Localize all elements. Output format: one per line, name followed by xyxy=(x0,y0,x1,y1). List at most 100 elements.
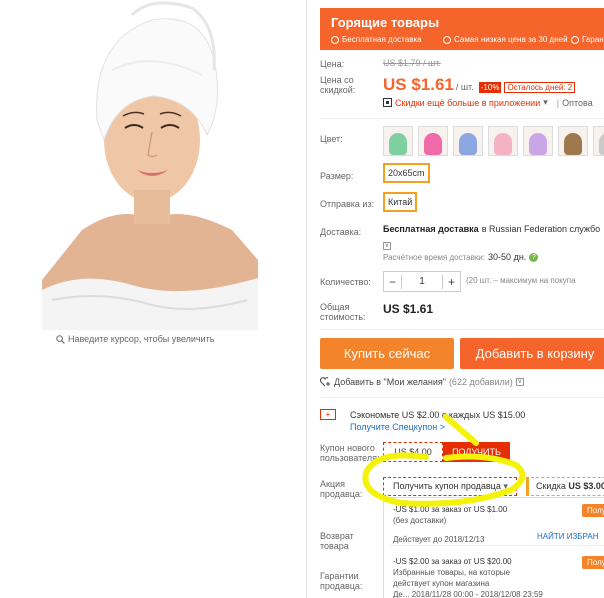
color-swatches xyxy=(383,126,604,156)
wishlist-link[interactable]: Добавить в "Мои желания" xyxy=(334,377,446,387)
color-swatch-gray[interactable] xyxy=(593,126,604,156)
quantity-label: Количество: xyxy=(320,277,371,287)
app-deal-link[interactable]: Скидки ещё больше в приложении ▾ | Оптов… xyxy=(383,97,593,108)
coupon-condition: -US $1.00 за заказ от US $1.00 xyxy=(393,505,508,514)
divider xyxy=(320,118,604,119)
towel-thumbnail xyxy=(389,133,407,155)
seller-coupon-panel: -US $1.00 за заказ от US $1.00 (без дост… xyxy=(383,497,604,598)
quantity-stepper: − 1 + xyxy=(383,271,461,292)
coupon-validity: Действует до 2018/12/13 xyxy=(393,535,485,544)
zoom-hint: Наведите курсор, чтобы увеличить xyxy=(56,334,214,344)
hot-deals-banner: Горящие товары Бесплатная доставка Самая… xyxy=(320,8,604,50)
current-price-row: US $1.61 / шт. -10% Осталось дней: 2 xyxy=(383,75,576,95)
free-shipping-text: Бесплатная доставка xyxy=(383,224,479,234)
heart-plus-icon xyxy=(320,377,330,387)
color-swatch-purple[interactable] xyxy=(523,126,553,156)
shipping-info[interactable]: Бесплатная доставка в Russian Federation… xyxy=(383,224,600,234)
divider xyxy=(389,545,604,546)
towel-thumbnail xyxy=(529,133,547,155)
size-label: Размер: xyxy=(320,171,354,181)
color-label: Цвет: xyxy=(320,134,343,144)
chevron-down-icon: ▾ xyxy=(503,481,508,491)
wishlist-row[interactable]: Добавить в "Мои желания" (622 добавили) … xyxy=(320,377,524,387)
quantity-note: (20 шт. – максимум на покупа xyxy=(466,276,576,285)
new-user-coupon-amount: US $4.00 xyxy=(383,442,443,462)
total-label: Общая стоимость: xyxy=(320,302,366,322)
coupon-item: -US $2.00 за заказ от US $20.00 Избранны… xyxy=(393,556,543,598)
discount-price-label: Цена со скидкой: xyxy=(320,75,356,95)
coupon-note: Избранные товары, на которые xyxy=(393,568,510,577)
quantity-increase-button[interactable]: + xyxy=(442,274,460,289)
coupon-validity: Де... 2018/11/28 00:00 - 2018/12/08 23:5… xyxy=(393,590,543,598)
product-photo xyxy=(42,0,258,330)
total-price: US $1.61 xyxy=(383,302,434,316)
towel-thumbnail xyxy=(459,133,477,155)
app-deal-text: Скидки ещё больше в приложении xyxy=(395,97,541,108)
special-coupon-link[interactable]: Получите Спецкупон > xyxy=(350,422,445,432)
ship-from-label: Отправка из: xyxy=(320,199,375,209)
color-swatch-light-pink[interactable] xyxy=(488,126,518,156)
coupon-icon: + xyxy=(320,409,336,420)
zoom-hint-text: Наведите курсор, чтобы увеличить xyxy=(68,334,215,344)
feature-free-shipping: Бесплатная доставка xyxy=(331,35,422,44)
color-swatch-brown[interactable] xyxy=(558,126,588,156)
color-swatch-blue[interactable] xyxy=(453,126,483,156)
wishlist-count: (622 добавили) xyxy=(448,377,513,387)
towel-thumbnail xyxy=(494,133,512,155)
qr-code-icon xyxy=(383,98,392,107)
quantity-decrease-button[interactable]: − xyxy=(384,274,402,289)
get-seller-coupon-dropdown[interactable]: Получить купон продавца ▾ xyxy=(383,477,517,496)
seller-promo-label: Акция продавца: xyxy=(320,479,363,499)
chevron-down-icon: ▾ xyxy=(543,97,548,107)
check-circle-icon xyxy=(331,35,339,44)
color-swatch-green[interactable] xyxy=(383,126,413,156)
towel-thumbnail xyxy=(564,133,582,155)
chevron-down-icon[interactable]: v xyxy=(515,378,524,386)
feature-lowest-price: Самая низкая цена за 30 дней xyxy=(443,35,568,44)
feature-label: Гарантия 90 дней xyxy=(582,35,604,44)
divider xyxy=(320,329,604,330)
discount-badge: -10% xyxy=(478,82,502,93)
help-icon[interactable]: ? xyxy=(529,252,539,262)
get-coupon-button[interactable]: ПОЛУЧИТЬ xyxy=(443,442,510,462)
coupon-note: действует купон магазина xyxy=(393,579,490,588)
find-favorites-link[interactable]: НАЙТИ ИЗБРАН xyxy=(537,532,598,541)
guarantee-label: Гарантии продавца: xyxy=(320,571,363,591)
discount-value: US $3.00 xyxy=(568,481,604,491)
return-label: Возврат товара xyxy=(320,531,354,551)
feature-guarantee: Гарантия 90 дней xyxy=(571,35,604,44)
divider xyxy=(320,397,604,398)
feature-label: Самая низкая цена за 30 дней xyxy=(454,35,568,44)
ship-from-option-selected[interactable]: Китай xyxy=(383,192,418,212)
separator: | xyxy=(556,97,560,108)
get-coupon-button[interactable]: Полу xyxy=(582,556,604,569)
delivery-time-label: Расчётное время доставки: xyxy=(383,252,486,262)
color-swatch-pink[interactable] xyxy=(418,126,448,156)
towel-thumbnail xyxy=(599,133,604,155)
coupon-condition: -US $2.00 за заказ от US $20.00 xyxy=(393,557,512,566)
check-circle-icon xyxy=(443,35,451,44)
seller-coupon-label: Получить купон продавца xyxy=(393,481,501,491)
shipping-destination: в Russian Federation службо xyxy=(481,224,601,234)
check-circle-icon xyxy=(571,35,579,44)
towel-thumbnail xyxy=(424,133,442,155)
buy-now-button[interactable]: Купить сейчас xyxy=(320,338,454,369)
product-image[interactable] xyxy=(42,0,258,330)
get-coupon-button[interactable]: Полу xyxy=(582,504,604,517)
add-to-cart-button[interactable]: Добавить в корзину xyxy=(460,338,604,369)
shipping-label: Доставка: xyxy=(320,227,362,237)
hot-deals-title: Горящие товары xyxy=(331,15,440,30)
coupon-note: (без доставки) xyxy=(393,516,447,525)
seller-discount-badge: Скидка US $3.00 xyxy=(526,477,604,496)
shipping-expand-icon[interactable]: v xyxy=(383,238,391,250)
quantity-input[interactable]: 1 xyxy=(402,276,442,287)
new-user-coupon-label: Купон нового пользователя: xyxy=(320,443,380,463)
delivery-time-value: 30-50 дн. xyxy=(488,252,527,262)
price-unit: / шт. xyxy=(455,82,474,92)
current-price: US $1.61 xyxy=(383,75,454,94)
price-label: Цена: xyxy=(320,59,345,69)
wholesale-link[interactable]: Оптова xyxy=(562,98,593,108)
magnifier-icon xyxy=(56,334,65,344)
discount-prefix: Скидка xyxy=(536,481,566,491)
size-option-selected[interactable]: 20x65cm xyxy=(383,163,430,183)
